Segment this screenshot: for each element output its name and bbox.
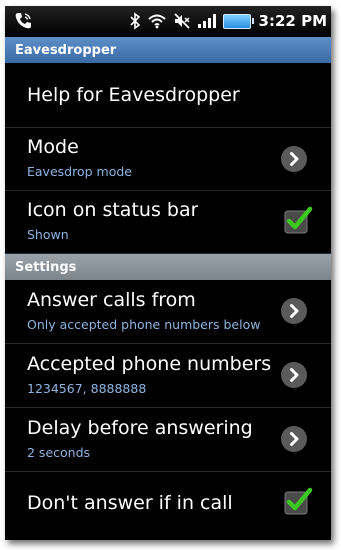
wifi-icon [147,14,166,29]
pref-title: Accepted phone numbers [27,353,271,375]
pref-title: Don't answer if in call [27,492,233,514]
section-header-label: Eavesdropper [15,42,117,58]
pref-title: Icon on status bar [27,199,199,221]
clock: 3:22 PM [258,12,327,30]
pref-title: Answer calls from [27,289,196,311]
bluetooth-icon [129,12,140,30]
phone-screen: 3:22 PM Eavesdropper Help for Eavesdropp… [5,6,331,540]
status-bar: 3:22 PM [5,6,331,37]
pref-title: Delay before answering [27,417,253,439]
signal-bars-icon [197,14,216,28]
pref-mode[interactable]: Mode Eavesdrop mode [5,128,331,191]
section-header-label: Settings [15,259,77,275]
pref-summary: Only accepted phone numbers below [27,317,261,332]
battery-icon [222,13,254,29]
chevron-right-icon [281,362,307,388]
pref-help[interactable]: Help for Eavesdropper [5,63,331,128]
pref-title: Help for Eavesdropper [27,84,240,106]
section-header-settings: Settings [5,254,331,280]
pref-delay-before-answering[interactable]: Delay before answering 2 seconds [5,408,331,472]
chevron-right-icon [281,298,307,324]
pref-summary: 1234567, 8888888 [27,381,147,396]
chevron-right-icon [281,426,307,452]
chevron-right-icon [281,146,307,172]
pref-dont-answer-if-in-call[interactable]: Don't answer if in call [5,472,331,540]
checkbox-checked[interactable] [283,205,313,235]
pref-summary: Shown [27,227,69,242]
pref-summary: Eavesdrop mode [27,164,132,179]
checkbox-checked[interactable] [283,486,313,516]
pref-answer-calls-from[interactable]: Answer calls from Only accepted phone nu… [5,280,331,344]
pref-icon-on-status-bar[interactable]: Icon on status bar Shown [5,191,331,254]
section-header-eavesdropper: Eavesdropper [5,37,331,63]
muted-speaker-icon [173,13,190,29]
status-icons: 3:22 PM [129,10,327,32]
pref-summary: 2 seconds [27,445,91,460]
pref-title: Mode [27,136,79,158]
phone-call-icon [15,13,31,29]
pref-accepted-phone-numbers[interactable]: Accepted phone numbers 1234567, 8888888 [5,344,331,408]
